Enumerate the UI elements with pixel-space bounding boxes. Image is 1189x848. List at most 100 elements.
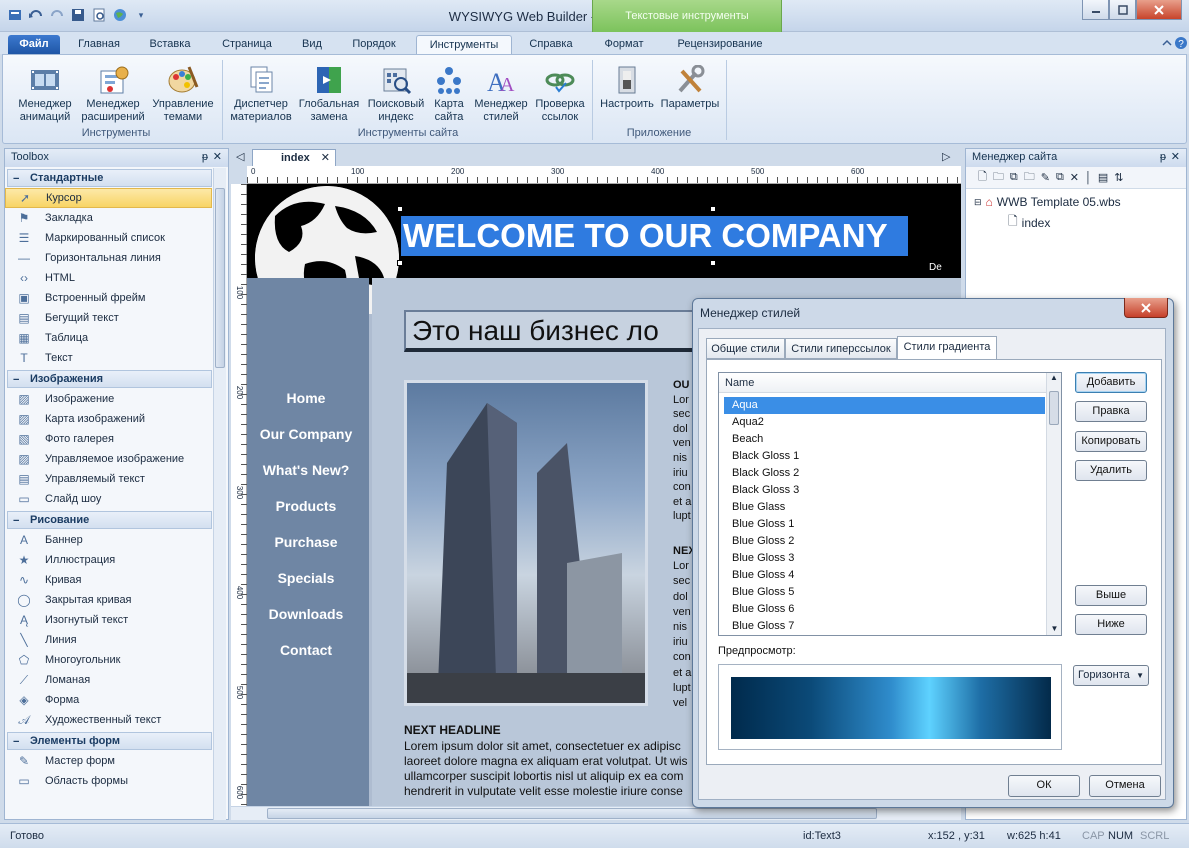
- toolbox-item-gallery[interactable]: ▧ Фото галерея: [5, 429, 212, 449]
- new-page-icon[interactable]: 🗋: [978, 168, 987, 187]
- list-item[interactable]: Black Gloss 3: [724, 482, 1045, 499]
- nav-link-contact[interactable]: Contact: [247, 632, 365, 668]
- toolbox-item-closed-curve[interactable]: ◯ Закрытая кривая: [5, 590, 212, 610]
- resize-handle[interactable]: [397, 206, 403, 212]
- scrollbar-thumb[interactable]: [267, 808, 877, 819]
- tab-arrange[interactable]: Порядок: [342, 35, 406, 54]
- add-button[interactable]: Добавить: [1075, 372, 1147, 393]
- toolbox-item-shape[interactable]: ◈ Форма: [5, 690, 212, 710]
- animation-manager-button[interactable]: Менеджер анимаций: [14, 62, 76, 124]
- global-replace-button[interactable]: Глобальная замена: [296, 62, 362, 124]
- theme-manager-button[interactable]: Управление темами: [148, 62, 218, 124]
- tab-scroll-right-icon[interactable]: ▷: [942, 150, 950, 163]
- toolbox-item-form-area[interactable]: ▭ Область формы: [5, 771, 212, 791]
- list-item[interactable]: Aqua: [724, 397, 1045, 414]
- folder-icon[interactable]: 🗀: [1024, 168, 1035, 187]
- options-button[interactable]: Параметры: [658, 62, 722, 111]
- tab-insert[interactable]: Вставка: [140, 35, 200, 54]
- list-item[interactable]: Beach: [724, 431, 1045, 448]
- toolbox-group-standard[interactable]: − Стандартные: [7, 169, 212, 187]
- tab-general-styles[interactable]: Общие стили: [706, 338, 785, 359]
- toolbox-item-curve[interactable]: ∿ Кривая: [5, 570, 212, 590]
- building-photo[interactable]: [404, 380, 648, 706]
- page-properties-icon[interactable]: ▤: [1098, 171, 1108, 184]
- style-manager-button[interactable]: AA Менеджер стилей: [470, 62, 532, 124]
- collapse-icon[interactable]: ⊟: [974, 197, 982, 208]
- editor-horizontal-scrollbar[interactable]: [231, 806, 961, 820]
- pin-icon[interactable]: ᵽ: [1160, 149, 1166, 166]
- tab-home[interactable]: Главная: [70, 35, 128, 54]
- sort-icon[interactable]: ⇅: [1114, 171, 1123, 184]
- extension-manager-button[interactable]: Менеджер расширений: [80, 62, 146, 124]
- new-folder-icon[interactable]: 🗀: [993, 168, 1004, 187]
- search-index-button[interactable]: Поисковый индекс: [364, 62, 428, 124]
- nav-link-products[interactable]: Products: [247, 488, 365, 524]
- nav-link-whats-new[interactable]: What's New?: [247, 452, 365, 488]
- list-item[interactable]: Blue Gloss 1: [724, 516, 1045, 533]
- tab-help[interactable]: Справка: [520, 35, 582, 54]
- toolbox-item-text[interactable]: T Текст: [5, 348, 212, 368]
- direction-select[interactable]: Горизонта ▼: [1073, 665, 1149, 686]
- delete-icon[interactable]: ✕: [1070, 171, 1079, 184]
- list-scrollbar[interactable]: ▲ ▼: [1046, 373, 1061, 635]
- toolbox-item-bullet-list[interactable]: ☰ Маркированный список: [5, 228, 212, 248]
- toolbox-group-images[interactable]: − Изображения: [7, 370, 212, 388]
- scroll-up-icon[interactable]: ▲: [1047, 373, 1061, 382]
- toolbox-item-illustration[interactable]: ★ Иллюстрация: [5, 550, 212, 570]
- list-item[interactable]: Blue Gloss 5: [724, 584, 1045, 601]
- toolbox-item-polyline[interactable]: ⟋ Ломаная: [5, 670, 212, 690]
- dialog-close-button[interactable]: [1124, 298, 1168, 318]
- cancel-button[interactable]: Отмена: [1089, 775, 1161, 797]
- list-item[interactable]: Blue Gloss 4: [724, 567, 1045, 584]
- toolbox-item-bookmark[interactable]: ⚑ Закладка: [5, 208, 212, 228]
- toolbox-item-table[interactable]: ▦ Таблица: [5, 328, 212, 348]
- scrollbar-thumb[interactable]: [215, 188, 225, 368]
- move-down-button[interactable]: Ниже: [1075, 614, 1147, 635]
- nav-link-downloads[interactable]: Downloads: [247, 596, 365, 632]
- tab-page[interactable]: Страница: [212, 35, 282, 54]
- column-header-name[interactable]: Name: [719, 373, 1049, 393]
- tab-view[interactable]: Вид: [292, 35, 332, 54]
- tab-gradient-styles[interactable]: Стили градиента: [897, 336, 997, 360]
- copy-button[interactable]: Копировать: [1075, 431, 1147, 452]
- tab-review[interactable]: Рецензирование: [668, 35, 772, 54]
- list-item[interactable]: Black Gloss 2: [724, 465, 1045, 482]
- banner-title[interactable]: WELCOME TO OUR COMPANY: [403, 216, 908, 256]
- list-item[interactable]: Blue Gloss 7: [724, 618, 1045, 635]
- close-window-button[interactable]: [1136, 0, 1182, 20]
- delete-button[interactable]: Удалить: [1075, 460, 1147, 481]
- resize-handle[interactable]: [710, 206, 716, 212]
- page-heading[interactable]: Это наш бизнес ло: [404, 310, 704, 352]
- toolbox-scrollbar[interactable]: [213, 168, 226, 820]
- toolbox-item-html[interactable]: ‹› HTML: [5, 268, 212, 288]
- tab-hyperlink-styles[interactable]: Стили гиперссылок: [785, 338, 897, 359]
- toolbox-item-line[interactable]: ╲ Линия: [5, 630, 212, 650]
- toolbox-item-polygon[interactable]: ⬠ Многоугольник: [5, 650, 212, 670]
- list-item[interactable]: Blue Glass: [724, 499, 1045, 516]
- ribbon-collapse-icon[interactable]: [1160, 36, 1174, 50]
- tab-close-icon[interactable]: ✕: [321, 150, 330, 166]
- move-up-button[interactable]: Выше: [1075, 585, 1147, 606]
- tree-root[interactable]: ⊟ ⌂ WWB Template 05.wbs: [974, 195, 1186, 209]
- panel-close-icon[interactable]: ✕: [213, 149, 222, 166]
- toolbox-item-curved-text[interactable]: Ą Изогнутый текст: [5, 610, 212, 630]
- sitemap-button[interactable]: Карта сайта: [430, 62, 468, 124]
- toolbox-group-forms[interactable]: − Элементы форм: [7, 732, 212, 750]
- tab-file[interactable]: Файл: [8, 35, 60, 54]
- ok-button[interactable]: ОК: [1008, 775, 1080, 797]
- pin-icon[interactable]: ᵽ: [202, 149, 208, 166]
- nav-link-purchase[interactable]: Purchase: [247, 524, 365, 560]
- toolbox-group-drawing[interactable]: − Рисование: [7, 511, 212, 529]
- resize-handle[interactable]: [710, 260, 716, 266]
- panel-close-icon[interactable]: ✕: [1171, 149, 1180, 166]
- list-item[interactable]: Blue Gloss 3: [724, 550, 1045, 567]
- properties-icon[interactable]: ✎: [1041, 171, 1050, 184]
- tab-format[interactable]: Формат: [596, 35, 652, 54]
- copy-page-icon[interactable]: ⧉: [1010, 171, 1018, 184]
- toolbox-item-slideshow[interactable]: ▭ Слайд шоу: [5, 489, 212, 509]
- list-item[interactable]: Aqua2: [724, 414, 1045, 431]
- asset-manager-button[interactable]: Диспетчер материалов: [228, 62, 294, 124]
- toolbox-item-banner[interactable]: A Баннер: [5, 530, 212, 550]
- toolbox-item-image[interactable]: ▨ Изображение: [5, 389, 212, 409]
- gradient-style-list[interactable]: Name Aqua Aqua2 Beach Black Gloss 1 Blac…: [718, 372, 1062, 636]
